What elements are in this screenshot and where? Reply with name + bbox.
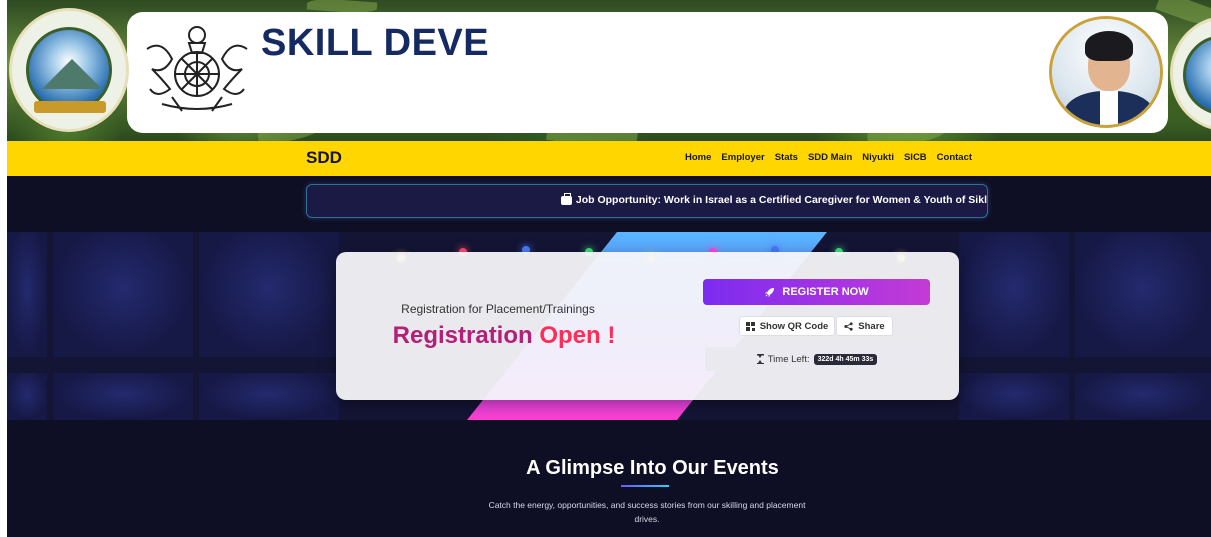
nav-link-home[interactable]: Home bbox=[685, 152, 711, 163]
ticker-content: Job Opportunity: Work in Israel as a Cer… bbox=[560, 192, 987, 206]
nav-link-stats[interactable]: Stats bbox=[775, 152, 798, 163]
register-now-button[interactable]: REGISTER NOW bbox=[703, 279, 930, 305]
rocket-icon bbox=[765, 287, 775, 297]
share-label: Share bbox=[858, 320, 885, 332]
nav-link-employer[interactable]: Employer bbox=[721, 152, 764, 163]
registration-hero: Registration for Placement/Trainings Reg… bbox=[7, 232, 1211, 420]
countdown-badge: 322d 4h 45m 33s bbox=[813, 353, 878, 365]
hourglass-icon bbox=[756, 354, 764, 364]
registration-title-word1: Registration bbox=[392, 322, 533, 349]
registration-card: Registration for Placement/Trainings Reg… bbox=[336, 252, 959, 400]
time-left-box: Time Left: 322d 4h 45m 33s bbox=[705, 347, 929, 371]
registration-subtitle: Registration for Placement/Trainings bbox=[401, 302, 595, 316]
events-description: Catch the energy, opportunities, and suc… bbox=[488, 500, 806, 524]
hero-tile bbox=[53, 373, 193, 420]
nav-link-contact[interactable]: Contact bbox=[937, 152, 972, 163]
hero-tile bbox=[959, 232, 1069, 357]
qr-code-icon bbox=[745, 321, 755, 331]
page: SKILL DEVE SDD Home Employer Stats SDD M… bbox=[7, 0, 1211, 537]
hero-tile bbox=[199, 232, 339, 357]
events-section: A Glimpse Into Our Events Catch the ener… bbox=[7, 420, 1211, 537]
ticker-text: Job Opportunity: Work in Israel as a Cer… bbox=[575, 194, 987, 206]
nav-links: Home Employer Stats SDD Main Niyukti SIC… bbox=[685, 152, 982, 163]
hero-tile bbox=[1075, 373, 1211, 420]
briefcase-icon bbox=[560, 192, 572, 205]
hero-tile bbox=[7, 232, 47, 357]
announcement-ticker[interactable]: Job Opportunity: Work in Israel as a Cer… bbox=[306, 184, 988, 218]
nav-link-sdd-main[interactable]: SDD Main bbox=[808, 152, 852, 163]
nav-link-niyukti[interactable]: Niyukti bbox=[862, 152, 894, 163]
hero-tile bbox=[53, 232, 193, 357]
emblem-icon bbox=[146, 26, 248, 112]
events-heading: A Glimpse Into Our Events bbox=[526, 457, 779, 479]
show-qr-code-button[interactable]: Show QR Code bbox=[739, 316, 835, 336]
right-state-seal-icon bbox=[1170, 16, 1211, 131]
nav-brand[interactable]: SDD bbox=[306, 148, 342, 168]
registration-status-title: Registration Open ! bbox=[336, 322, 672, 350]
hero-tile bbox=[7, 373, 47, 420]
nav-link-sicb[interactable]: SICB bbox=[904, 152, 927, 163]
register-now-label: REGISTER NOW bbox=[782, 286, 869, 298]
portrait-image bbox=[1049, 16, 1163, 128]
time-left-label: Time Left: bbox=[767, 353, 810, 365]
header-banner: SKILL DEVE bbox=[7, 0, 1211, 141]
share-button[interactable]: Share bbox=[836, 316, 893, 336]
hero-tile bbox=[959, 373, 1069, 420]
hero-tile bbox=[199, 373, 339, 420]
share-icon bbox=[844, 321, 853, 331]
navbar: SDD Home Employer Stats SDD Main Niyukti… bbox=[7, 141, 1211, 176]
left-state-seal-icon bbox=[9, 8, 129, 132]
site-title: SKILL DEVE bbox=[261, 22, 490, 64]
show-qr-code-label: Show QR Code bbox=[759, 320, 829, 332]
hero-tile bbox=[1075, 232, 1211, 357]
heading-underline bbox=[621, 485, 669, 487]
registration-title-word2: Open ! bbox=[539, 322, 616, 349]
